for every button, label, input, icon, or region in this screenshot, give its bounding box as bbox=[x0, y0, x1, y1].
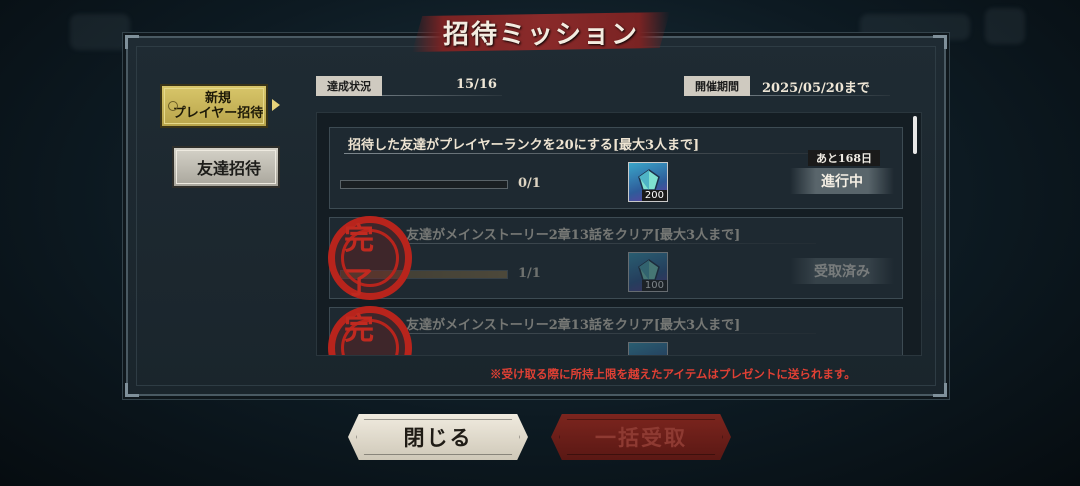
mission-title: 招待した友達がプレイヤーランクを20にする[最大3人まで] bbox=[348, 138, 700, 153]
mission-item: 友達がメインストーリー2章13話をクリア[最大3人まで] 完了 bbox=[328, 306, 903, 355]
mission-list[interactable]: 招待した友達がプレイヤーランクを20にする[最大3人まで] 0/1 200 あと… bbox=[316, 112, 922, 356]
background-icon bbox=[70, 14, 130, 50]
tab-new-player-invite[interactable]: 新規 プレイヤー招待 bbox=[160, 84, 268, 128]
mission-item: 友達がメインストーリー2章13話をクリア[最大3人まで] 1/1 100 受取済… bbox=[328, 216, 903, 301]
claim-all-button[interactable]: 一括受取 bbox=[551, 414, 731, 460]
divider bbox=[406, 333, 816, 334]
close-button-label: 閉じる bbox=[403, 425, 473, 450]
reward-item[interactable]: 200 bbox=[628, 162, 668, 202]
divider bbox=[406, 243, 816, 244]
status-value: 15/16 bbox=[456, 77, 497, 92]
progress-count: 1/1 bbox=[518, 266, 541, 281]
mission-title: 友達がメインストーリー2章13話をクリア[最大3人まで] bbox=[406, 318, 741, 333]
stamp-text: 完了 bbox=[341, 222, 399, 301]
status-label: 達成状況 bbox=[316, 76, 382, 96]
notice-text: ※受け取る際に所持上限を越えたアイテムはプレゼントに送られます。 bbox=[490, 367, 856, 381]
reward-quantity: 200 bbox=[641, 190, 667, 201]
scrollbar[interactable] bbox=[913, 116, 917, 154]
claim-all-button-label: 一括受取 bbox=[595, 425, 687, 450]
crystal-icon bbox=[638, 169, 660, 191]
page-title: 招待ミッション bbox=[442, 19, 639, 50]
time-remaining: あと168日 bbox=[808, 150, 880, 166]
mission-item: 招待した友達がプレイヤーランクを20にする[最大3人まで] 0/1 200 あと… bbox=[329, 127, 903, 209]
divider bbox=[344, 153, 814, 154]
tab-label: 友達招待 bbox=[196, 159, 261, 178]
tab-selected-arrow-icon bbox=[272, 99, 280, 111]
mission-title: 友達がメインストーリー2章13話をクリア[最大3人まで] bbox=[406, 228, 741, 243]
background-icon bbox=[985, 8, 1025, 44]
title-banner: 招待ミッション bbox=[412, 12, 670, 52]
stamp-text: 完了 bbox=[341, 312, 399, 355]
completed-stamp-icon: 完了 bbox=[328, 216, 412, 301]
progress-count: 0/1 bbox=[518, 176, 541, 191]
period-label: 開催期間 bbox=[684, 76, 750, 96]
divider bbox=[382, 95, 502, 96]
progress-bar bbox=[340, 180, 508, 189]
crystal-icon bbox=[638, 259, 660, 281]
status-claimed: 受取済み bbox=[790, 258, 894, 284]
reward-item[interactable]: 100 bbox=[628, 252, 668, 292]
reward-item[interactable] bbox=[628, 342, 668, 355]
tab-label: 新規 プレイヤー招待 bbox=[172, 91, 264, 121]
close-button[interactable]: 閉じる bbox=[348, 414, 528, 460]
tab-friend-invite[interactable]: 友達招待 bbox=[172, 146, 280, 188]
status-in-progress: 進行中 bbox=[790, 168, 894, 194]
reward-quantity: 100 bbox=[641, 280, 667, 291]
tab-emblem-icon bbox=[168, 101, 178, 111]
divider bbox=[750, 95, 890, 96]
period-value: 2025/05/20まで bbox=[762, 81, 870, 96]
